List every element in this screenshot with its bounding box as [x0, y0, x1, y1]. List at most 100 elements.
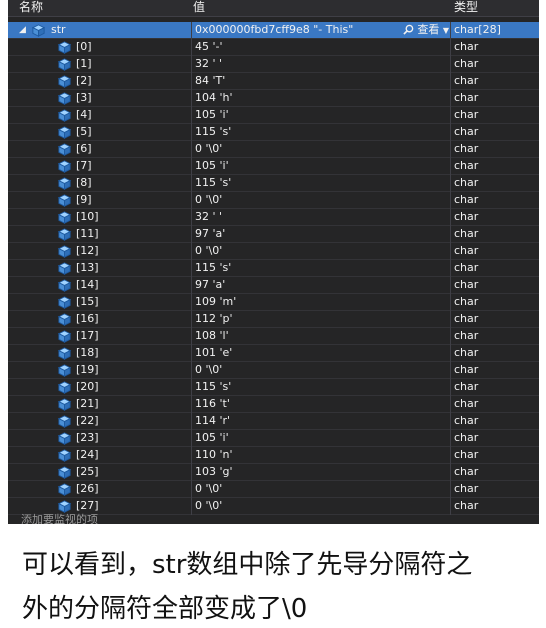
- element-index: [16]: [76, 312, 99, 325]
- value-cell[interactable]: 101 'e': [191, 345, 453, 362]
- field-cube-icon: [57, 330, 72, 343]
- value-cell[interactable]: 0 '\0': [191, 498, 453, 515]
- name-cell: [3]: [8, 90, 190, 107]
- watch-row[interactable]: [11] 97 'a' char: [8, 226, 539, 243]
- value-cell[interactable]: 110 'n': [191, 447, 453, 464]
- watch-row[interactable]: [24] 110 'n' char: [8, 447, 539, 464]
- element-index: [2]: [76, 74, 92, 87]
- column-header-type[interactable]: 类型: [454, 0, 478, 14]
- value-cell[interactable]: 0 '\0': [191, 243, 453, 260]
- watch-row[interactable]: [21] 116 't' char: [8, 396, 539, 413]
- value-cell[interactable]: 115 's': [191, 124, 453, 141]
- field-cube-icon: [57, 211, 72, 224]
- watch-row[interactable]: [18] 101 'e' char: [8, 345, 539, 362]
- value-cell[interactable]: 103 'g': [191, 464, 453, 481]
- name-cell: [8]: [8, 175, 190, 192]
- value-cell[interactable]: 105 'i': [191, 107, 453, 124]
- watch-row[interactable]: [16] 112 'p' char: [8, 311, 539, 328]
- value-cell[interactable]: 115 's': [191, 260, 453, 277]
- watch-row[interactable]: [15] 109 'm' char: [8, 294, 539, 311]
- watch-row[interactable]: [19] 0 '\0' char: [8, 362, 539, 379]
- watch-row[interactable]: [7] 105 'i' char: [8, 158, 539, 175]
- watch-row[interactable]: [2] 84 'T' char: [8, 73, 539, 90]
- value-cell[interactable]: 109 'm': [191, 294, 453, 311]
- value-cell[interactable]: 112 'p': [191, 311, 453, 328]
- watch-row-str[interactable]: ◢ str 0x000000fbd7cff9e8 "- This" 查看 ▼ c…: [8, 22, 539, 39]
- value-cell[interactable]: 97 'a': [191, 277, 453, 294]
- value-cell[interactable]: 105 'i': [191, 158, 453, 175]
- column-header-value[interactable]: 值: [193, 0, 205, 14]
- value-cell[interactable]: 0 '\0': [191, 362, 453, 379]
- type-cell: char[28]: [450, 22, 539, 39]
- watch-row[interactable]: [3] 104 'h' char: [8, 90, 539, 107]
- value-cell[interactable]: 0 '\0': [191, 141, 453, 158]
- watch-row[interactable]: [6] 0 '\0' char: [8, 141, 539, 158]
- field-cube-icon: [57, 500, 72, 513]
- element-index: [20]: [76, 380, 99, 393]
- collapse-triangle-icon[interactable]: ◢: [19, 26, 26, 35]
- name-cell: [26]: [8, 481, 190, 498]
- value-cell[interactable]: 0 '\0': [191, 192, 453, 209]
- element-index: [13]: [76, 261, 99, 274]
- value-cell[interactable]: 115 's': [191, 379, 453, 396]
- watch-row[interactable]: [1] 32 ' ' char: [8, 56, 539, 73]
- watch-row[interactable]: [5] 115 's' char: [8, 124, 539, 141]
- watch-row[interactable]: [9] 0 '\0' char: [8, 192, 539, 209]
- watch-row[interactable]: [22] 114 'r' char: [8, 413, 539, 430]
- watch-row[interactable]: [17] 108 'l' char: [8, 328, 539, 345]
- value-cell[interactable]: 114 'r': [191, 413, 453, 430]
- watch-row[interactable]: [25] 103 'g' char: [8, 464, 539, 481]
- watch-row[interactable]: [13] 115 's' char: [8, 260, 539, 277]
- watch-row[interactable]: [0] 45 '-' char: [8, 39, 539, 56]
- value-cell[interactable]: 32 ' ': [191, 209, 453, 226]
- field-cube-icon: [57, 177, 72, 190]
- type-cell: char: [450, 175, 539, 192]
- value-cell[interactable]: 97 'a': [191, 226, 453, 243]
- name-cell: [2]: [8, 73, 190, 90]
- field-cube-icon: [57, 58, 72, 71]
- column-header: 名称 值 类型: [8, 0, 539, 17]
- add-watch-row[interactable]: 添加要监视的项: [8, 514, 98, 524]
- element-index: [1]: [76, 57, 92, 70]
- value-cell[interactable]: 32 ' ': [191, 56, 453, 73]
- type-cell: char: [450, 277, 539, 294]
- field-cube-icon: [57, 466, 72, 479]
- value-cell[interactable]: 45 '-': [191, 39, 453, 56]
- name-cell: [15]: [8, 294, 190, 311]
- value-cell[interactable]: 105 'i': [191, 430, 453, 447]
- column-header-name[interactable]: 名称: [19, 0, 43, 14]
- value-cell[interactable]: 0 '\0': [191, 481, 453, 498]
- watch-row[interactable]: [12] 0 '\0' char: [8, 243, 539, 260]
- watch-row[interactable]: [4] 105 'i' char: [8, 107, 539, 124]
- field-cube-icon: [57, 262, 72, 275]
- variable-name: str: [51, 23, 66, 36]
- watch-row[interactable]: [8] 115 's' char: [8, 175, 539, 192]
- name-cell: [22]: [8, 413, 190, 430]
- value-cell[interactable]: 0x000000fbd7cff9e8 "- This" 查看 ▼: [191, 22, 453, 39]
- field-cube-icon: [57, 415, 72, 428]
- dropdown-arrow-icon[interactable]: ▼: [443, 26, 449, 35]
- type-cell: char: [450, 73, 539, 90]
- type-cell: char: [450, 379, 539, 396]
- text-visualizer-button[interactable]: 查看 ▼: [403, 22, 449, 39]
- watch-row[interactable]: [10] 32 ' ' char: [8, 209, 539, 226]
- watch-row[interactable]: [26] 0 '\0' char: [8, 481, 539, 498]
- value-cell[interactable]: 116 't': [191, 396, 453, 413]
- value-cell[interactable]: 108 'l': [191, 328, 453, 345]
- element-index: [5]: [76, 125, 92, 138]
- field-cube-icon: [57, 228, 72, 241]
- watch-row[interactable]: [14] 97 'a' char: [8, 277, 539, 294]
- field-cube-icon: [57, 194, 72, 207]
- caption-line-2: 外的分隔符全部变成了\0: [22, 594, 308, 624]
- viewer-label: 查看: [417, 23, 440, 36]
- value-cell[interactable]: 104 'h': [191, 90, 453, 107]
- element-index: [24]: [76, 448, 99, 461]
- name-cell: [23]: [8, 430, 190, 447]
- name-cell: [4]: [8, 107, 190, 124]
- watch-row[interactable]: [20] 115 's' char: [8, 379, 539, 396]
- value-cell[interactable]: 84 'T': [191, 73, 453, 90]
- value-cell[interactable]: 115 's': [191, 175, 453, 192]
- field-cube-icon: [57, 398, 72, 411]
- element-index: [7]: [76, 159, 92, 172]
- watch-row[interactable]: [23] 105 'i' char: [8, 430, 539, 447]
